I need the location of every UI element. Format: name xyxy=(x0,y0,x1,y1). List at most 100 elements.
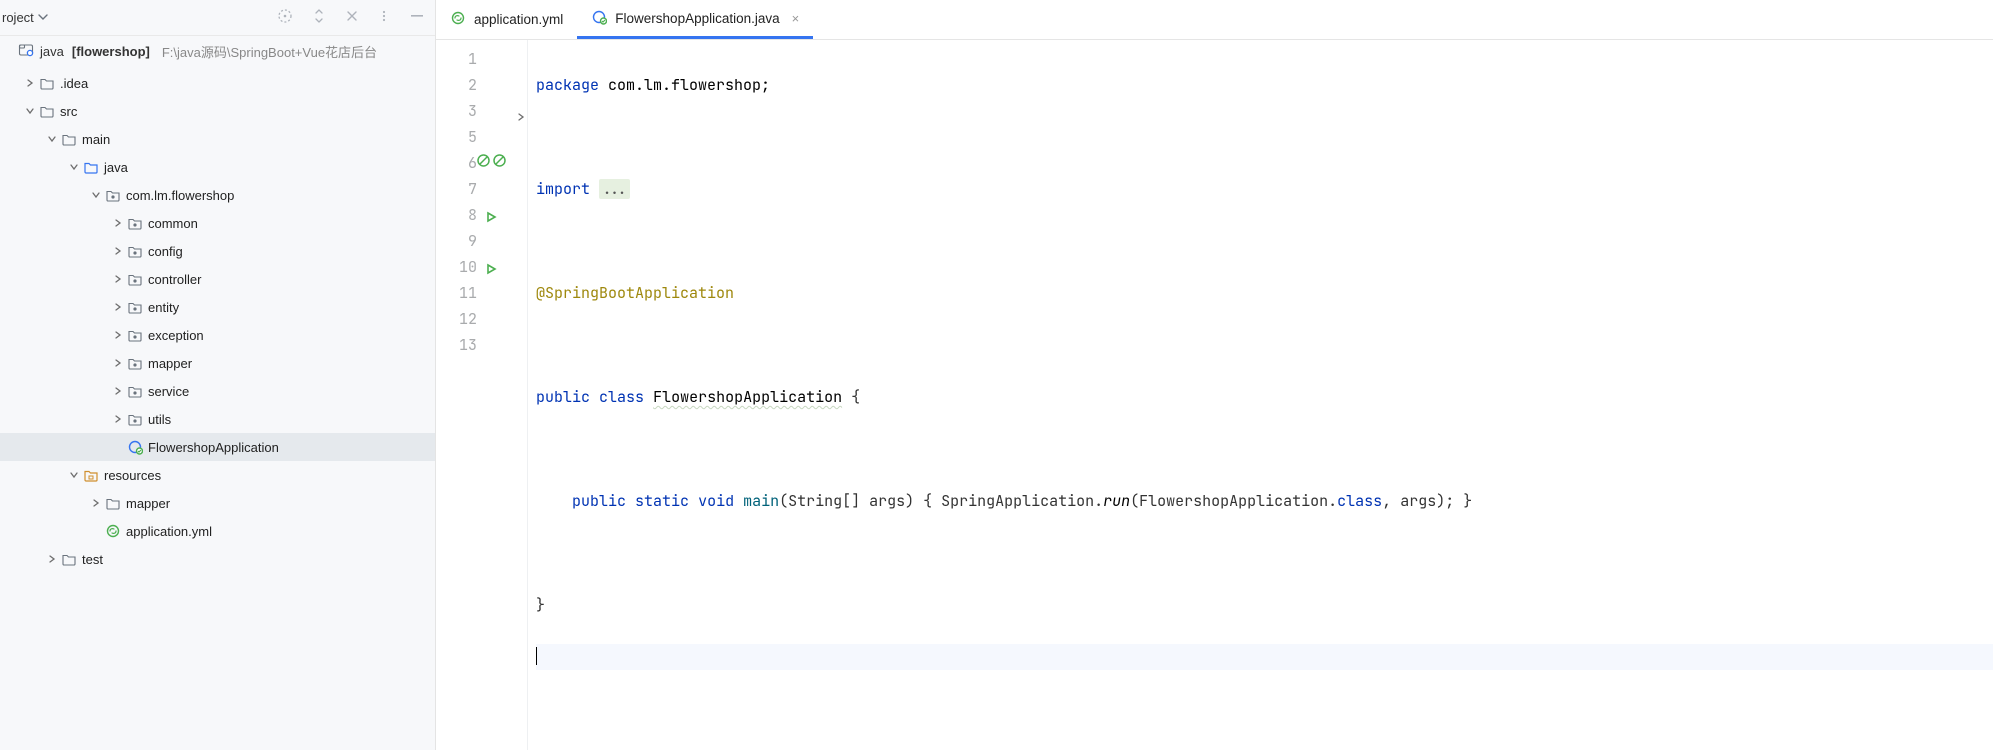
more-icon[interactable] xyxy=(377,9,391,26)
tree-row[interactable]: exception xyxy=(0,321,435,349)
tree-label: src xyxy=(60,104,77,119)
text-caret xyxy=(536,647,537,665)
gutter-line[interactable]: 11 xyxy=(436,280,477,306)
minimize-icon[interactable] xyxy=(409,9,425,26)
editor-tab[interactable]: application.yml xyxy=(436,0,577,39)
chevron-icon[interactable] xyxy=(22,106,38,116)
tree-label: mapper xyxy=(148,356,192,371)
gutter-line[interactable]: 8 xyxy=(436,202,477,228)
tree-label: entity xyxy=(148,300,179,315)
fold-arrow-icon[interactable] xyxy=(516,104,526,130)
expand-collapse-icon[interactable] xyxy=(311,8,327,27)
code-keyword: class xyxy=(599,387,644,407)
tree-row[interactable]: entity xyxy=(0,293,435,321)
chevron-icon[interactable] xyxy=(110,330,126,340)
chevron-icon[interactable] xyxy=(110,302,126,312)
project-tree[interactable]: .idea src mainjava com.lm.flowershop common c… xyxy=(0,67,435,573)
tree-label: common xyxy=(148,216,198,231)
tree-row[interactable]: mapper xyxy=(0,489,435,517)
chevron-icon[interactable] xyxy=(66,470,82,480)
chevron-icon: · xyxy=(110,440,126,455)
tree-row[interactable]: controller xyxy=(0,265,435,293)
fold-ellipsis[interactable]: ... xyxy=(599,179,630,199)
bean-gutter-icon[interactable] xyxy=(476,153,507,168)
chevron-icon[interactable] xyxy=(110,246,126,256)
tree-row[interactable]: ·application.yml xyxy=(0,517,435,545)
chevron-down-icon[interactable] xyxy=(38,10,48,25)
java-class-icon xyxy=(591,9,607,28)
code-annotation: @SpringBootApplication xyxy=(536,283,734,303)
tree-row[interactable]: com.lm.flowershop xyxy=(0,181,435,209)
tree-row[interactable]: mapper xyxy=(0,349,435,377)
close-tab-icon[interactable]: × xyxy=(792,11,800,26)
chevron-icon[interactable] xyxy=(22,78,38,88)
chevron-icon[interactable] xyxy=(44,554,60,564)
chevron-icon[interactable] xyxy=(110,414,126,424)
select-open-file-icon[interactable] xyxy=(277,8,293,27)
tree-row[interactable]: main xyxy=(0,125,435,153)
chevron-icon[interactable] xyxy=(110,386,126,396)
tree-row[interactable]: .idea xyxy=(0,69,435,97)
code-keyword: package xyxy=(536,75,599,95)
tree-row[interactable]: resources xyxy=(0,461,435,489)
tree-label: resources xyxy=(104,468,161,483)
close-icon[interactable] xyxy=(345,9,359,26)
editor-code[interactable]: package com.lm.flowershop; import ... @S… xyxy=(528,40,1993,750)
yml-icon xyxy=(104,523,122,539)
project-module-name: [flowershop] xyxy=(72,44,150,59)
tree-label: test xyxy=(82,552,103,567)
chevron-icon[interactable] xyxy=(110,218,126,228)
gutter-line[interactable]: 3 xyxy=(436,98,477,124)
chevron-icon[interactable] xyxy=(88,498,104,508)
gutter-line[interactable]: 9 xyxy=(436,228,477,254)
package-icon xyxy=(126,411,144,427)
gutter-line[interactable]: 7 xyxy=(436,176,477,202)
code-keyword: public xyxy=(572,491,626,511)
chevron-icon[interactable] xyxy=(110,274,126,284)
editor-tab-active[interactable]: FlowershopApplication.java× xyxy=(577,0,813,39)
gutter-line[interactable]: 6 xyxy=(436,150,477,176)
tree-label: com.lm.flowershop xyxy=(126,188,234,203)
chevron-icon: · xyxy=(88,524,104,539)
tree-label: utils xyxy=(148,412,171,427)
folder-icon xyxy=(60,131,78,147)
run-gutter-icon[interactable] xyxy=(484,258,498,284)
gutter-line[interactable]: 10 xyxy=(436,254,477,280)
gutter-line[interactable]: 2 xyxy=(436,72,477,98)
tab-label: application.yml xyxy=(474,12,563,27)
folder-res-icon xyxy=(82,467,100,483)
folder-icon xyxy=(38,103,56,119)
tree-row[interactable]: utils xyxy=(0,405,435,433)
package-icon xyxy=(126,271,144,287)
chevron-icon[interactable] xyxy=(66,162,82,172)
package-icon xyxy=(126,383,144,399)
project-root-row[interactable]: java [flowershop] F:\java源码\SpringBoot+V… xyxy=(0,36,435,67)
tree-row[interactable]: src xyxy=(0,97,435,125)
gutter-line[interactable]: 5 xyxy=(436,124,477,150)
gutter-line[interactable]: 13 xyxy=(436,332,477,358)
code-keyword: import xyxy=(536,179,590,199)
chevron-icon[interactable] xyxy=(44,134,60,144)
tree-row[interactable]: config xyxy=(0,237,435,265)
gutter-line[interactable]: 12 xyxy=(436,306,477,332)
tree-row[interactable]: common xyxy=(0,209,435,237)
gutter-line[interactable]: 1 xyxy=(436,46,477,72)
java-class-icon xyxy=(126,439,144,455)
code-keyword: public xyxy=(536,387,590,407)
run-gutter-icon[interactable] xyxy=(484,206,498,232)
tree-row-selected[interactable]: ·FlowershopApplication xyxy=(0,433,435,461)
package-icon xyxy=(126,355,144,371)
package-icon xyxy=(126,215,144,231)
tree-row[interactable]: service xyxy=(0,377,435,405)
chevron-icon[interactable] xyxy=(110,358,126,368)
tree-row[interactable]: java xyxy=(0,153,435,181)
project-panel-title[interactable]: roject xyxy=(0,10,34,25)
tree-row[interactable]: test xyxy=(0,545,435,573)
folder-blue-icon xyxy=(82,159,100,175)
editor-gutter[interactable]: 1235678910111213 xyxy=(436,40,528,750)
chevron-icon[interactable] xyxy=(88,190,104,200)
code-editor[interactable]: 1235678910111213 package com.lm.flowersh… xyxy=(436,40,1993,750)
code-text: { xyxy=(842,387,860,407)
code-keyword: void xyxy=(698,491,734,511)
folder-icon xyxy=(60,551,78,567)
